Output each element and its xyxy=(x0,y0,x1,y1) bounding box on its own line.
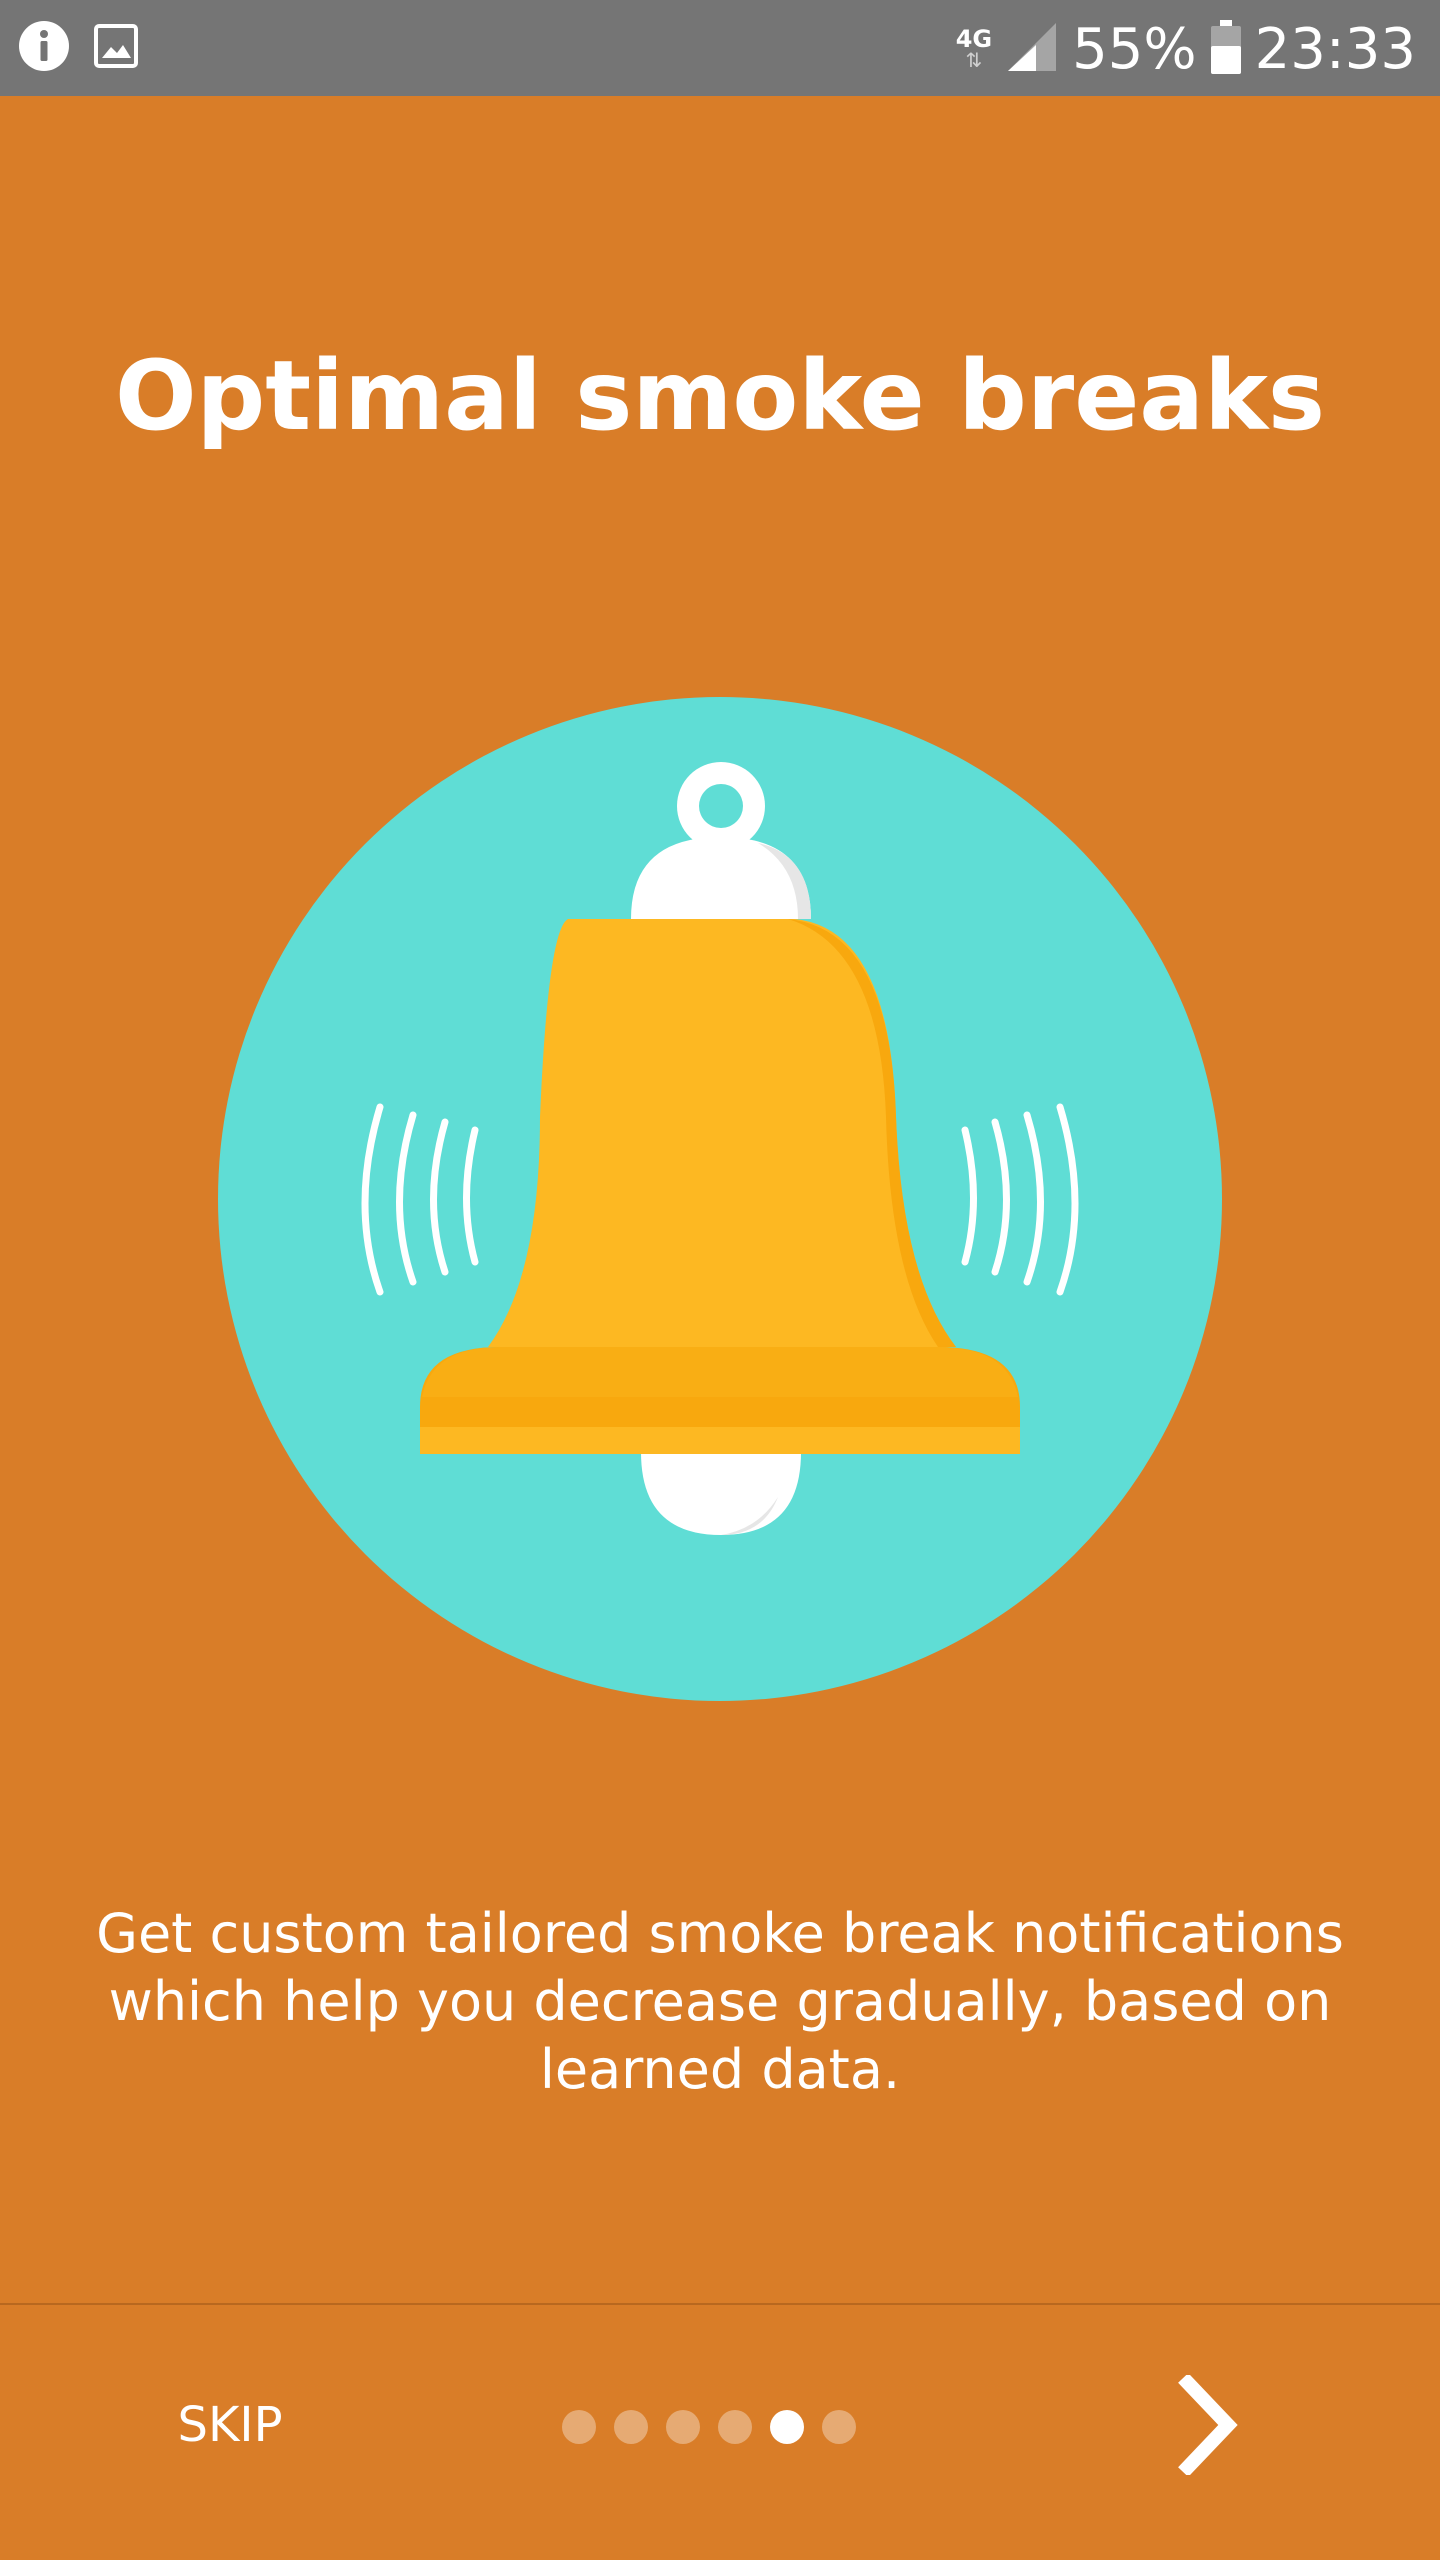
page-dot-1[interactable] xyxy=(562,2410,596,2444)
bell-illustration xyxy=(218,697,1222,1701)
status-right-icons: 4G ⇅ 55% 23:33 xyxy=(956,14,1416,84)
image-icon xyxy=(94,24,138,73)
description-text: Get custom tailored smoke break notifica… xyxy=(96,1902,1344,2101)
page-dot-5-active[interactable] xyxy=(770,2410,804,2444)
network-type: 4G xyxy=(955,25,993,53)
signal-icon xyxy=(1006,21,1058,78)
page-dot-4[interactable] xyxy=(718,2410,752,2444)
battery-icon xyxy=(1210,19,1241,79)
battery-percent: 55% xyxy=(1072,16,1197,82)
skip-button[interactable]: SKIP xyxy=(140,2375,320,2475)
info-icon xyxy=(18,20,70,77)
onboarding-nav-bar: SKIP xyxy=(0,2305,1440,2560)
network-indicator: 4G ⇅ xyxy=(956,27,992,71)
bell-icon xyxy=(218,697,1222,1701)
data-arrows-icon: ⇅ xyxy=(965,50,983,72)
chevron-right-icon xyxy=(1178,2373,1238,2477)
next-button[interactable] xyxy=(1160,2373,1260,2477)
clock: 23:33 xyxy=(1254,16,1416,82)
page-title: Optimal smoke breaks xyxy=(114,340,1326,452)
status-bar: 4G ⇅ 55% 23:33 xyxy=(0,0,1440,96)
status-left-icons xyxy=(18,20,138,77)
page-indicator xyxy=(562,2410,856,2444)
page-dot-3[interactable] xyxy=(666,2410,700,2444)
page-dot-6[interactable] xyxy=(822,2410,856,2444)
page-dot-2[interactable] xyxy=(614,2410,648,2444)
